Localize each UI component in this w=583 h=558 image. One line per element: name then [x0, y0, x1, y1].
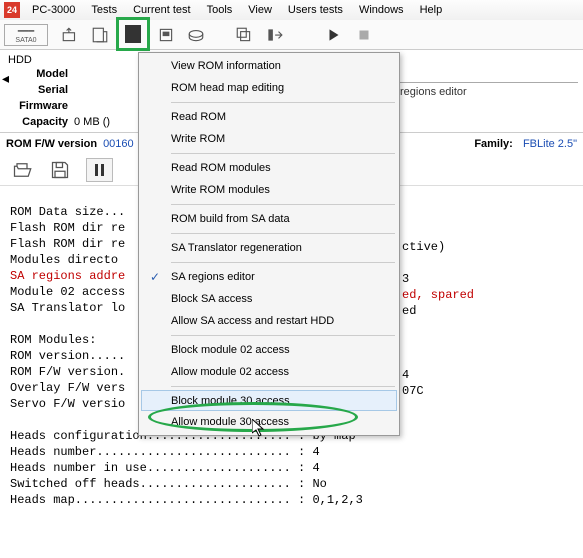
log-line: Switched off heads..................... …	[10, 477, 327, 491]
dd-allow-mod02[interactable]: Allow module 02 access	[141, 361, 397, 383]
toolbar-btn-6[interactable]	[230, 22, 258, 48]
rom-fw-version-link[interactable]: 00160	[103, 138, 134, 150]
toolbar-btn-5[interactable]	[182, 22, 210, 48]
dd-write-rom-modules[interactable]: Write ROM modules	[141, 179, 397, 201]
log-line: SA Translator lo	[10, 301, 125, 315]
log-line-warning: SA regions addre	[10, 269, 125, 283]
dd-rom-head-map[interactable]: ROM head map editing	[141, 77, 397, 99]
open-icon[interactable]	[10, 158, 34, 182]
toolbar: ━━━ SATA0	[0, 20, 583, 50]
log-line: Modules directo	[10, 253, 118, 267]
dd-separator	[171, 262, 395, 263]
dd-allow-sa-restart[interactable]: Allow SA access and restart HDD	[141, 310, 397, 332]
toolbar-btn-2[interactable]	[86, 22, 114, 48]
log-line: Overlay F/W vers	[10, 381, 125, 395]
menubar: 24 PC-3000 Tests Current test Tools View…	[0, 0, 583, 20]
toolbar-btn-4[interactable]	[152, 22, 180, 48]
dd-sa-regions-editor[interactable]: ✓ SA regions editor	[141, 266, 397, 288]
dd-block-mod02[interactable]: Block module 02 access	[141, 339, 397, 361]
info-serial-label: Serial	[8, 84, 68, 96]
log-fragment: 4	[402, 367, 474, 383]
app-icon: 24	[4, 2, 20, 18]
log-fragment: 07C	[402, 383, 474, 399]
log-fragment: ed	[402, 303, 474, 319]
dd-separator	[171, 153, 395, 154]
pause-button[interactable]	[86, 158, 113, 182]
family-value-link[interactable]: FBLite 2.5"	[523, 138, 577, 150]
log-fragment: ctive)	[402, 239, 474, 255]
log-line: Servo F/W versio	[10, 397, 125, 411]
log-line: Flash ROM dir re	[10, 237, 125, 251]
log-line: ROM Data size...	[10, 205, 125, 219]
menu-windows[interactable]: Windows	[351, 2, 412, 18]
dd-separator	[171, 204, 395, 205]
dd-separator	[171, 233, 395, 234]
log-fragments-right: ctive) 3 ed, spared ed 4 07C	[402, 223, 474, 399]
dd-separator	[171, 386, 395, 387]
log-line: Flash ROM dir re	[10, 221, 125, 235]
dd-allow-mod30[interactable]: Allow module 30 access	[141, 411, 397, 433]
collapse-arrow[interactable]: ◂	[2, 70, 12, 80]
menu-pc3000[interactable]: PC-3000	[24, 2, 83, 18]
log-line: Heads map.............................. …	[10, 493, 363, 507]
menu-view[interactable]: View	[240, 2, 280, 18]
log-line: ROM Modules:	[10, 333, 96, 347]
dd-read-rom[interactable]: Read ROM	[141, 106, 397, 128]
toolbar-btn-7[interactable]	[260, 22, 288, 48]
info-firmware-label: Firmware	[8, 100, 68, 112]
dd-block-sa-access[interactable]: Block SA access	[141, 288, 397, 310]
log-line: ROM version.....	[10, 349, 125, 363]
panel-divider	[400, 82, 578, 83]
dd-view-rom-info[interactable]: View ROM information	[141, 55, 397, 77]
menu-tools[interactable]: Tools	[199, 2, 241, 18]
log-fragment-warning: ed, spared	[402, 287, 474, 303]
log-line: Heads number in use.................... …	[10, 461, 320, 475]
check-icon: ✓	[147, 269, 163, 285]
play-button[interactable]	[320, 22, 348, 48]
rom-fw-label: ROM F/W version	[6, 138, 97, 150]
toolbar-btn-1[interactable]	[56, 22, 84, 48]
info-model-label: Model	[8, 68, 68, 80]
sata-port-label: ━━━ SATA0	[4, 24, 48, 46]
log-line: Heads number........................... …	[10, 445, 320, 459]
dd-rom-build-sa[interactable]: ROM build from SA data	[141, 208, 397, 230]
dd-write-rom[interactable]: Write ROM	[141, 128, 397, 150]
regions-editor-fragment: regions editor	[400, 86, 467, 98]
rom-chip-button-highlight	[116, 17, 150, 51]
log-line: Module 02 access	[10, 285, 125, 299]
chip-icon	[125, 25, 141, 43]
dd-read-rom-modules[interactable]: Read ROM modules	[141, 157, 397, 179]
info-capacity-label: Capacity	[8, 116, 68, 128]
save-icon[interactable]	[48, 158, 72, 182]
dd-block-mod30[interactable]: Block module 30 access	[141, 390, 397, 411]
info-capacity-value: 0 MB ()	[74, 116, 110, 128]
menu-help[interactable]: Help	[412, 2, 451, 18]
menu-users-tests[interactable]: Users tests	[280, 2, 351, 18]
log-fragment: 3	[402, 271, 474, 287]
dd-separator	[171, 102, 395, 103]
rom-chip-button[interactable]	[119, 21, 147, 47]
dd-separator	[171, 335, 395, 336]
rom-dropdown-menu: View ROM information ROM head map editin…	[138, 52, 400, 436]
log-line: ROM F/W version.	[10, 365, 125, 379]
stop-button[interactable]	[350, 22, 378, 48]
family-label: Family:	[474, 138, 513, 150]
dd-sa-translator-regen[interactable]: SA Translator regeneration	[141, 237, 397, 259]
